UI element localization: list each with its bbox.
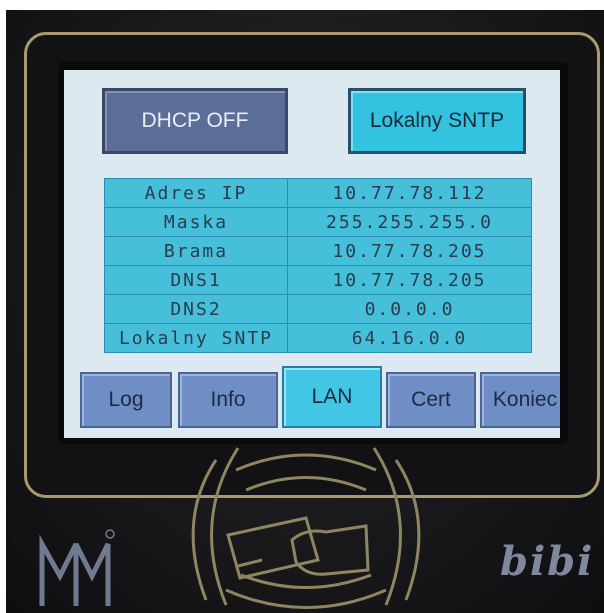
network-settings-table: Adres IP 10.77.78.112 Maska 255.255.255.… — [104, 178, 532, 353]
local-sntp-label: Lokalny SNTP — [104, 323, 288, 353]
table-row: Maska 255.255.255.0 — [104, 207, 532, 237]
ip-address-value[interactable]: 10.77.78.112 — [287, 178, 532, 208]
gateway-label: Brama — [104, 236, 288, 266]
tab-log[interactable]: Log — [80, 372, 172, 428]
table-row: DNS1 10.77.78.205 — [104, 265, 532, 295]
tab-info[interactable]: Info — [178, 372, 278, 428]
dhcp-toggle-button[interactable]: DHCP OFF — [102, 88, 288, 154]
tab-lan[interactable]: LAN — [282, 366, 382, 428]
terminal-device: DHCP OFF Lokalny SNTP Adres IP 10.77.78.… — [6, 10, 604, 613]
bibi-logo-icon: bibi — [500, 538, 592, 598]
touch-screen: DHCP OFF Lokalny SNTP Adres IP 10.77.78.… — [64, 70, 560, 438]
table-row: Adres IP 10.77.78.112 — [104, 178, 532, 208]
table-row: Brama 10.77.78.205 — [104, 236, 532, 266]
table-row: DNS2 0.0.0.0 — [104, 294, 532, 324]
dns1-label: DNS1 — [104, 265, 288, 295]
dns1-value[interactable]: 10.77.78.205 — [287, 265, 532, 295]
mask-value[interactable]: 255.255.255.0 — [287, 207, 532, 237]
tab-bar: Log Info LAN Cert Koniec — [80, 366, 560, 430]
tab-koniec[interactable]: Koniec — [480, 372, 560, 428]
MM-logo-icon — [39, 529, 115, 606]
dns2-label: DNS2 — [104, 294, 288, 324]
local-sntp-button[interactable]: Lokalny SNTP — [348, 88, 526, 154]
dns2-value[interactable]: 0.0.0.0 — [287, 294, 532, 324]
bibi-logo-text: bibi — [500, 538, 595, 585]
table-row: Lokalny SNTP 64.16.0.0 — [104, 323, 532, 353]
tab-cert[interactable]: Cert — [386, 372, 476, 428]
gateway-value[interactable]: 10.77.78.205 — [287, 236, 532, 266]
mask-label: Maska — [104, 207, 288, 237]
ip-address-label: Adres IP — [104, 178, 288, 208]
local-sntp-value[interactable]: 64.16.0.0 — [287, 323, 532, 353]
